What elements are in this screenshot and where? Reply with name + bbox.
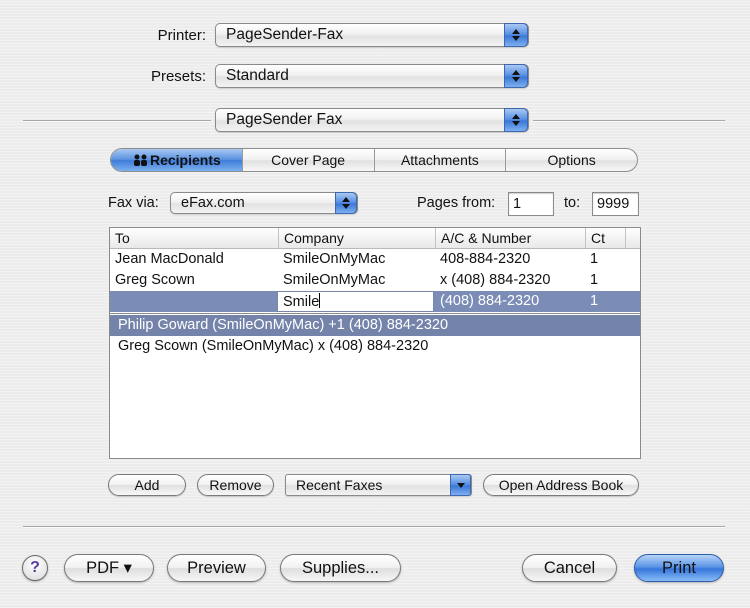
presets-label: Presets:: [150, 68, 206, 85]
recipient-number: (408) 884-2320: [440, 293, 540, 309]
print-button[interactable]: Print: [634, 554, 724, 582]
fax-via-label: Fax via:: [108, 195, 159, 211]
table-row[interactable]: Greg Scown SmileOnMyMac x (408) 884-2320…: [110, 270, 640, 291]
tab-cover-page[interactable]: Cover Page: [241, 149, 374, 171]
table-row[interactable]: Jean MacDonald SmileOnMyMac 408-884-2320…: [110, 249, 640, 270]
open-address-book-button[interactable]: Open Address Book: [483, 474, 639, 496]
pages-from-label: Pages from:: [417, 195, 496, 211]
recent-faxes-popup[interactable]: Recent Faxes: [285, 474, 472, 496]
remove-button[interactable]: Remove: [197, 474, 274, 496]
pdf-button[interactable]: PDF ▾: [64, 554, 154, 582]
recipient-count: 1: [590, 251, 599, 267]
separator-line: [23, 120, 211, 122]
recipient-company: SmileOnMyMac: [283, 251, 386, 267]
column-header-company[interactable]: Company: [278, 228, 435, 248]
people-icon: [132, 150, 150, 171]
recipients-table[interactable]: To Company A/C & Number Ct Jean MacDonal…: [109, 227, 641, 459]
help-button[interactable]: ?: [22, 555, 48, 581]
recipient-count: 1: [590, 272, 599, 288]
supplies-button[interactable]: Supplies...: [280, 554, 401, 582]
header-filler: [625, 228, 640, 248]
popup-arrows-icon: [504, 108, 528, 132]
tab-attachments[interactable]: Attachments: [373, 149, 506, 171]
tab-bar: Recipients Cover Page Attachments Option…: [110, 148, 638, 172]
table-header: To Company A/C & Number Ct: [110, 228, 640, 249]
recipient-name: Jean MacDonald: [115, 251, 224, 267]
autocomplete-item[interactable]: Philip Goward (SmileOnMyMac) +1 (408) 88…: [110, 315, 640, 336]
cancel-button[interactable]: Cancel: [522, 554, 617, 582]
column-header-to[interactable]: To: [110, 228, 278, 248]
company-edit-field[interactable]: Smile: [277, 291, 434, 312]
recent-faxes-value: Recent Faxes: [296, 477, 383, 493]
separator-line: [23, 526, 725, 528]
pages-from-field[interactable]: 1: [508, 192, 554, 216]
popup-arrows-icon: [504, 23, 528, 47]
panel-popup[interactable]: PageSender Fax: [215, 108, 529, 132]
column-header-number[interactable]: A/C & Number: [435, 228, 585, 248]
autocomplete-list[interactable]: Philip Goward (SmileOnMyMac) +1 (408) 88…: [110, 313, 640, 458]
tab-recipients[interactable]: Recipients: [111, 149, 242, 171]
presets-popup[interactable]: Standard: [215, 64, 529, 88]
preview-button[interactable]: Preview: [167, 554, 266, 582]
printer-label: Printer:: [157, 27, 206, 44]
help-icon: ?: [30, 559, 40, 576]
recipient-number: 408-884-2320: [440, 251, 531, 267]
printer-popup[interactable]: PageSender-Fax: [215, 23, 529, 47]
recipient-company: SmileOnMyMac: [283, 272, 386, 288]
recipient-name: [110, 291, 115, 312]
fax-via-popup[interactable]: eFax.com: [170, 192, 358, 214]
recipient-name: Greg Scown: [115, 272, 195, 288]
pages-to-label: to:: [564, 195, 581, 211]
company-edit-value: Smile: [283, 294, 320, 310]
popup-arrows-icon: [335, 192, 357, 214]
text-cursor: [319, 293, 321, 308]
add-button[interactable]: Add: [108, 474, 186, 496]
popup-arrows-icon: [504, 64, 528, 88]
printer-value: PageSender-Fax: [226, 26, 344, 43]
autocomplete-item[interactable]: Greg Scown (SmileOnMyMac) x (408) 884-23…: [110, 336, 640, 357]
dropdown-arrow-icon: [450, 474, 471, 496]
presets-value: Standard: [226, 67, 289, 84]
pages-to-field[interactable]: 9999: [592, 192, 639, 216]
recipient-count: 1: [590, 293, 599, 309]
table-row-editing[interactable]: Smile (408) 884-2320 1: [110, 291, 640, 312]
recipient-number: x (408) 884-2320: [440, 272, 551, 288]
separator-line: [533, 120, 725, 122]
fax-via-value: eFax.com: [181, 195, 245, 211]
tab-recipients-label: Recipients: [149, 152, 221, 168]
column-header-count[interactable]: Ct: [585, 228, 625, 248]
panel-value: PageSender Fax: [226, 111, 343, 128]
tab-options[interactable]: Options: [505, 149, 637, 171]
